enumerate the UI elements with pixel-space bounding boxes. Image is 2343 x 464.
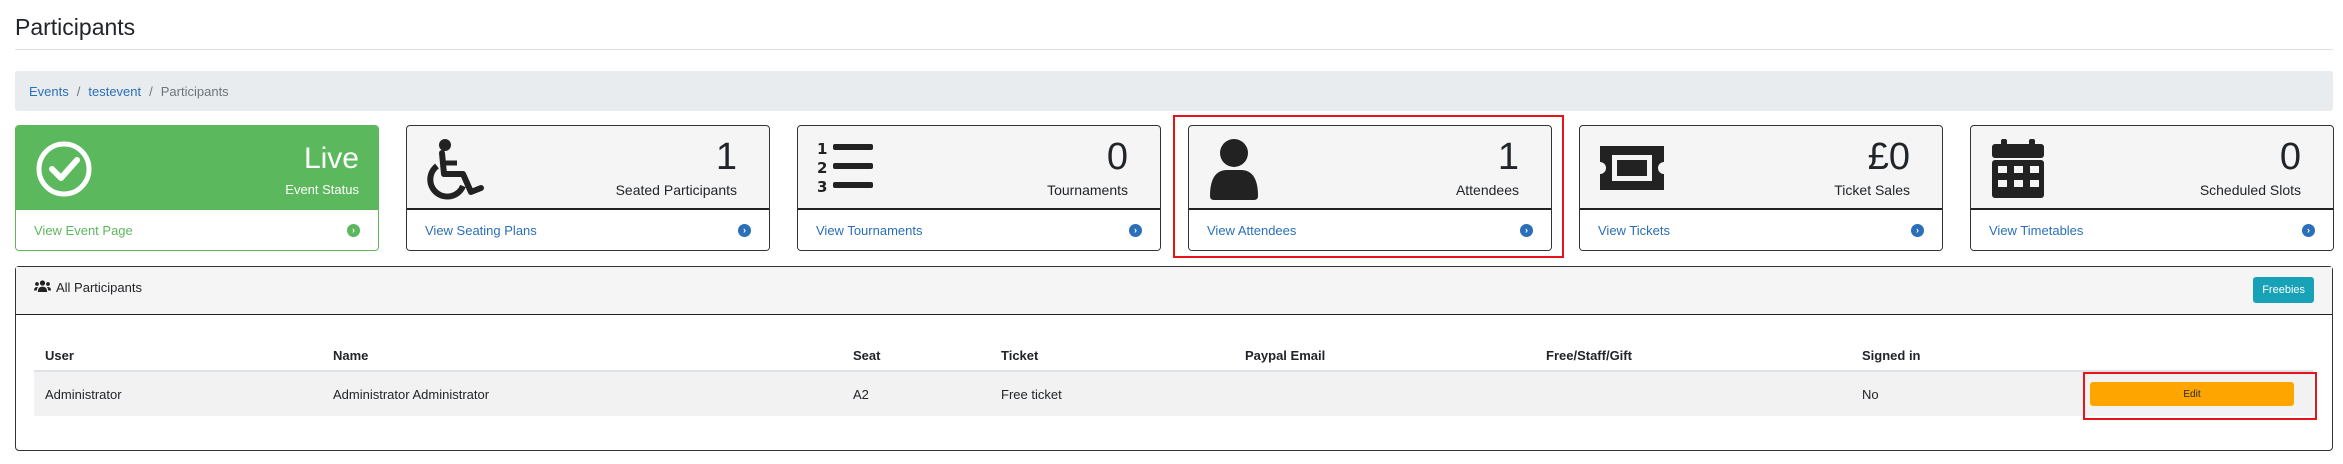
- ordered-list-icon: 1 2 3: [816, 138, 880, 200]
- scheduled-slots-value: 0: [2279, 136, 2301, 178]
- panel-title: All Participants: [34, 280, 142, 295]
- arrow-circle-right-icon: ›: [1129, 223, 1142, 237]
- view-event-page-link[interactable]: View Event Page ›: [16, 210, 378, 250]
- all-participants-panel: All Participants Freebies User Name Seat…: [15, 266, 2333, 451]
- seated-participants-value: 1: [715, 136, 737, 178]
- user-icon: [1207, 138, 1271, 200]
- panel-title-text: All Participants: [56, 280, 142, 295]
- scheduled-slots-card: 0 Scheduled Slots View Timetables ›: [1970, 125, 2334, 251]
- cell-signed-in: No: [1851, 371, 2079, 416]
- seated-participants-card: 1 Seated Participants View Seating Plans…: [406, 125, 770, 251]
- svg-text:3: 3: [817, 178, 827, 196]
- ticket-icon: [1598, 138, 1664, 200]
- attendees-value: 1: [1497, 136, 1519, 178]
- column-header: Free/Staff/Gift: [1535, 341, 1851, 372]
- check-circle-icon: [34, 138, 98, 200]
- scheduled-slots-label: Scheduled Slots: [2199, 182, 2301, 198]
- event-status-value: Live: [303, 142, 359, 175]
- ticket-sales-card: £0 Ticket Sales View Tickets ›: [1579, 125, 1943, 251]
- users-icon: [34, 280, 51, 295]
- cell-ticket: Free ticket: [990, 371, 1234, 416]
- calendar-icon: [1989, 138, 2053, 200]
- arrow-circle-right-icon: ›: [1520, 223, 1533, 237]
- seated-participants-label: Seated Participants: [615, 182, 737, 198]
- card-link-label: View Seating Plans: [425, 222, 537, 238]
- breadcrumb-separator: /: [149, 83, 153, 99]
- column-header: Seat: [842, 341, 990, 372]
- cell-free-staff-gift: [1535, 371, 1851, 416]
- view-attendees-link[interactable]: View Attendees ›: [1189, 210, 1551, 250]
- table-row: Administrator Administrator Administrato…: [34, 371, 2313, 416]
- svg-text:2: 2: [817, 159, 827, 177]
- breadcrumb-current: Participants: [160, 83, 229, 99]
- arrow-circle-right-icon: ›: [1911, 223, 1924, 237]
- card-link-label: View Attendees: [1207, 222, 1297, 238]
- column-header: [2079, 341, 2313, 372]
- cell-action: Edit: [2079, 371, 2313, 416]
- event-status-label: Event Status: [285, 182, 359, 197]
- event-status-card: Live Event Status View Event Page ›: [15, 125, 379, 251]
- tournaments-card: 1 2 3 0 Tournaments View Tournaments ›: [797, 125, 1161, 251]
- column-header: User: [34, 341, 322, 372]
- view-seating-plans-link[interactable]: View Seating Plans ›: [407, 210, 769, 250]
- wheelchair-icon: [425, 138, 489, 200]
- column-header: Name: [322, 341, 842, 372]
- edit-button[interactable]: Edit: [2090, 382, 2294, 406]
- panel-header: All Participants Freebies: [16, 267, 2332, 315]
- svg-text:1: 1: [817, 140, 827, 158]
- breadcrumb-testevent[interactable]: testevent: [88, 84, 141, 99]
- column-header: Ticket: [990, 341, 1234, 372]
- card-link-label: View Event Page: [34, 222, 133, 238]
- cell-seat: A2: [842, 371, 990, 416]
- view-tournaments-link[interactable]: View Tournaments ›: [798, 210, 1160, 250]
- view-tickets-link[interactable]: View Tickets ›: [1580, 210, 1942, 250]
- participants-table: User Name Seat Ticket Paypal Email Free/…: [34, 341, 2313, 416]
- tournaments-value: 0: [1106, 136, 1128, 178]
- view-timetables-link[interactable]: View Timetables ›: [1971, 210, 2333, 250]
- card-link-label: View Timetables: [1989, 222, 2084, 238]
- arrow-circle-right-icon: ›: [347, 223, 360, 237]
- column-header: Paypal Email: [1234, 341, 1535, 372]
- breadcrumb-separator: /: [76, 83, 81, 99]
- card-link-label: View Tournaments: [816, 222, 923, 238]
- breadcrumb: Events / testevent / Participants: [15, 71, 2333, 111]
- attendees-label: Attendees: [1455, 182, 1519, 198]
- ticket-sales-value: £0: [1867, 136, 1910, 178]
- ticket-sales-label: Ticket Sales: [1834, 182, 1910, 198]
- page-title: Participants: [15, 14, 136, 40]
- attendees-card: 1 Attendees View Attendees ›: [1188, 125, 1552, 251]
- cell-user: Administrator: [34, 371, 322, 416]
- breadcrumb-events[interactable]: Events: [29, 84, 69, 99]
- arrow-circle-right-icon: ›: [2302, 223, 2315, 237]
- column-header: Signed in: [1851, 341, 2079, 372]
- table-header-row: User Name Seat Ticket Paypal Email Free/…: [34, 341, 2313, 372]
- card-link-label: View Tickets: [1598, 222, 1671, 238]
- cell-paypal-email: [1234, 371, 1535, 416]
- cell-name: Administrator Administrator: [322, 371, 842, 416]
- arrow-circle-right-icon: ›: [738, 223, 751, 237]
- freebies-button[interactable]: Freebies: [2253, 277, 2314, 303]
- tournaments-label: Tournaments: [1047, 182, 1128, 198]
- title-divider: [15, 49, 2333, 50]
